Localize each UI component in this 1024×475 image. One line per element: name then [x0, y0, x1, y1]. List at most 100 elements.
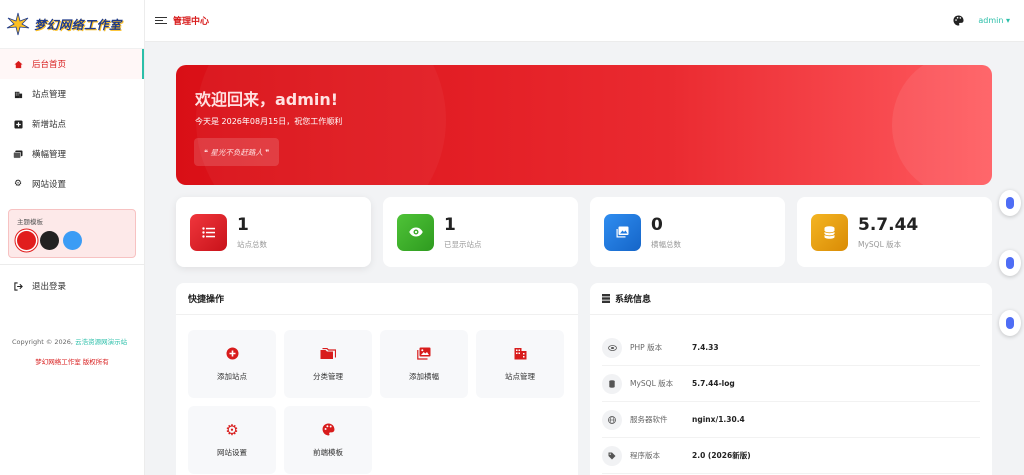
stat-label: 横幅总数 [651, 239, 681, 249]
quick-label: 分类管理 [313, 371, 343, 381]
theme-swatch-red[interactable] [17, 231, 36, 250]
server-icon [602, 294, 610, 303]
logo[interactable]: 梦幻网络工作室 [0, 0, 144, 48]
theme-picker: 主题模板 [8, 209, 136, 258]
quick-label: 站点管理 [505, 371, 535, 381]
sidebar-item-settings[interactable]: ⚙ 网站设置 [0, 169, 144, 199]
php-icon [602, 337, 622, 358]
sidebar-item-home[interactable]: 后台首页 [0, 49, 144, 79]
copyright-link[interactable]: 云浩资源网演示站 [75, 338, 127, 346]
topbar: 管理中心 admin ▾ [145, 0, 1024, 42]
stat-card-visible-sites: 1 已显示站点 [383, 197, 578, 267]
quick-actions-panel: 快捷操作 添加站点 分类管理 添加横幅 站点管理 ⚙ 网站设置 前端模板 [176, 283, 578, 475]
stat-label: 站点总数 [237, 239, 267, 249]
building-icon [514, 347, 527, 361]
sidebar-item-label: 新增站点 [32, 120, 67, 130]
floating-tool-button[interactable] [999, 250, 1021, 276]
sidebar-item-sites[interactable]: 站点管理 [0, 79, 144, 109]
info-key: MySQL 版本 [630, 379, 674, 388]
sidebar-item-label: 网站设置 [32, 180, 67, 190]
theme-swatch-dark[interactable] [40, 231, 59, 250]
sidebar-item-label: 后台首页 [32, 60, 67, 70]
database-icon [811, 213, 848, 251]
palette-icon[interactable] [953, 15, 964, 26]
info-row-php: PHP 版本 7.4.33 [602, 330, 980, 366]
info-value: nginx/1.30.4 [692, 415, 745, 424]
menu-toggle-icon[interactable] [155, 16, 167, 25]
plus-circle-icon [226, 347, 239, 361]
theme-swatch-blue[interactable] [63, 231, 82, 250]
info-row-server: 服务器软件 nginx/1.30.4 [602, 402, 980, 438]
floating-tool-button[interactable] [999, 190, 1021, 216]
images-icon [12, 149, 24, 159]
info-value: 7.4.33 [692, 343, 719, 352]
stat-label: 已显示站点 [444, 239, 482, 249]
sidebar-item-label: 横幅管理 [32, 150, 67, 160]
sidebar-item-add-site[interactable]: 新增站点 [0, 109, 144, 139]
list-icon [190, 213, 227, 251]
database-icon [602, 373, 622, 394]
stat-card-sites: 1 站点总数 [176, 197, 371, 267]
panel-title: 快捷操作 [176, 283, 578, 315]
quick-label: 添加站点 [217, 371, 247, 381]
quick-label: 添加横幅 [409, 371, 439, 381]
tag-icon [602, 445, 622, 466]
capsule-icon [1006, 257, 1014, 269]
quick-label: 前端模板 [313, 447, 343, 457]
stat-label: MySQL 版本 [858, 239, 902, 249]
sidebar: 梦幻网络工作室 后台首页 站点管理 新增站点 横幅管理 ⚙ 网站设置 主题模板 … [0, 0, 145, 475]
gear-icon: ⚙ [13, 179, 23, 189]
stat-value: 1 [237, 214, 249, 235]
building-icon [12, 90, 24, 99]
copyright-text: Copyright © 2026, [12, 338, 74, 346]
gear-icon: ⚙ [225, 420, 239, 439]
sidebar-item-label: 站点管理 [32, 90, 67, 100]
quick-frontend-template[interactable]: 前端模板 [284, 406, 372, 474]
copyright-brand: 梦幻网络工作室 版权所有 [35, 358, 109, 367]
welcome-heading: 欢迎回来，admin! [195, 90, 339, 109]
system-info-panel: 系统信息 PHP 版本 7.4.33 MySQL 版本 5.7.44-log 服… [590, 283, 992, 475]
info-key: PHP 版本 [630, 343, 663, 352]
capsule-icon [1006, 317, 1014, 329]
sidebar-item-banners[interactable]: 横幅管理 [0, 139, 144, 169]
globe-icon [602, 409, 622, 430]
stat-value: 0 [651, 214, 663, 235]
folder-icon [320, 347, 336, 361]
quick-site-management[interactable]: 站点管理 [476, 330, 564, 398]
info-value: 2.0 (2026新版) [692, 451, 751, 460]
info-row-mysql: MySQL 版本 5.7.44-log [602, 366, 980, 402]
home-icon [12, 60, 24, 69]
image-icon [417, 347, 431, 361]
info-key: 服务器软件 [630, 415, 668, 424]
logout-button[interactable]: 退出登录 [0, 271, 144, 301]
quick-categories[interactable]: 分类管理 [284, 330, 372, 398]
welcome-subtitle: 今天是 2026年08月15日，祝您工作顺利 [195, 117, 343, 126]
info-key: 程序版本 [630, 451, 660, 460]
logo-text: 梦幻网络工作室 [34, 17, 122, 32]
palette-icon [322, 423, 335, 437]
panel-title: 系统信息 [615, 295, 652, 305]
page-title: 管理中心 [173, 17, 210, 27]
info-row-version: 程序版本 2.0 (2026新版) [602, 438, 980, 474]
floating-tool-button[interactable] [999, 310, 1021, 336]
capsule-icon [1006, 197, 1014, 209]
quick-site-settings[interactable]: ⚙ 网站设置 [188, 406, 276, 474]
logout-label: 退出登录 [32, 282, 67, 292]
welcome-quote: ❝ 星光不负赶路人 ❞ [194, 138, 280, 166]
sidebar-nav: 后台首页 站点管理 新增站点 横幅管理 ⚙ 网站设置 [0, 48, 144, 199]
floating-tools [999, 190, 1021, 336]
stat-value: 5.7.44 [858, 214, 919, 235]
theme-picker-label: 主题模板 [17, 218, 43, 226]
quick-add-site[interactable]: 添加站点 [188, 330, 276, 398]
stat-card-mysql: 5.7.44 MySQL 版本 [797, 197, 992, 267]
quick-add-banner[interactable]: 添加横幅 [380, 330, 468, 398]
stat-card-banners: 0 横幅总数 [590, 197, 785, 267]
images-icon [604, 213, 641, 251]
eye-icon [397, 213, 434, 251]
user-menu[interactable]: admin ▾ [978, 16, 1010, 25]
quick-label: 网站设置 [217, 447, 247, 457]
plus-square-icon [12, 119, 24, 129]
star-burst-icon [6, 12, 30, 36]
stat-value: 1 [444, 214, 456, 235]
copyright: Copyright © 2026, 云浩资源网演示站 梦幻网络工作室 版权所有 [0, 337, 144, 368]
